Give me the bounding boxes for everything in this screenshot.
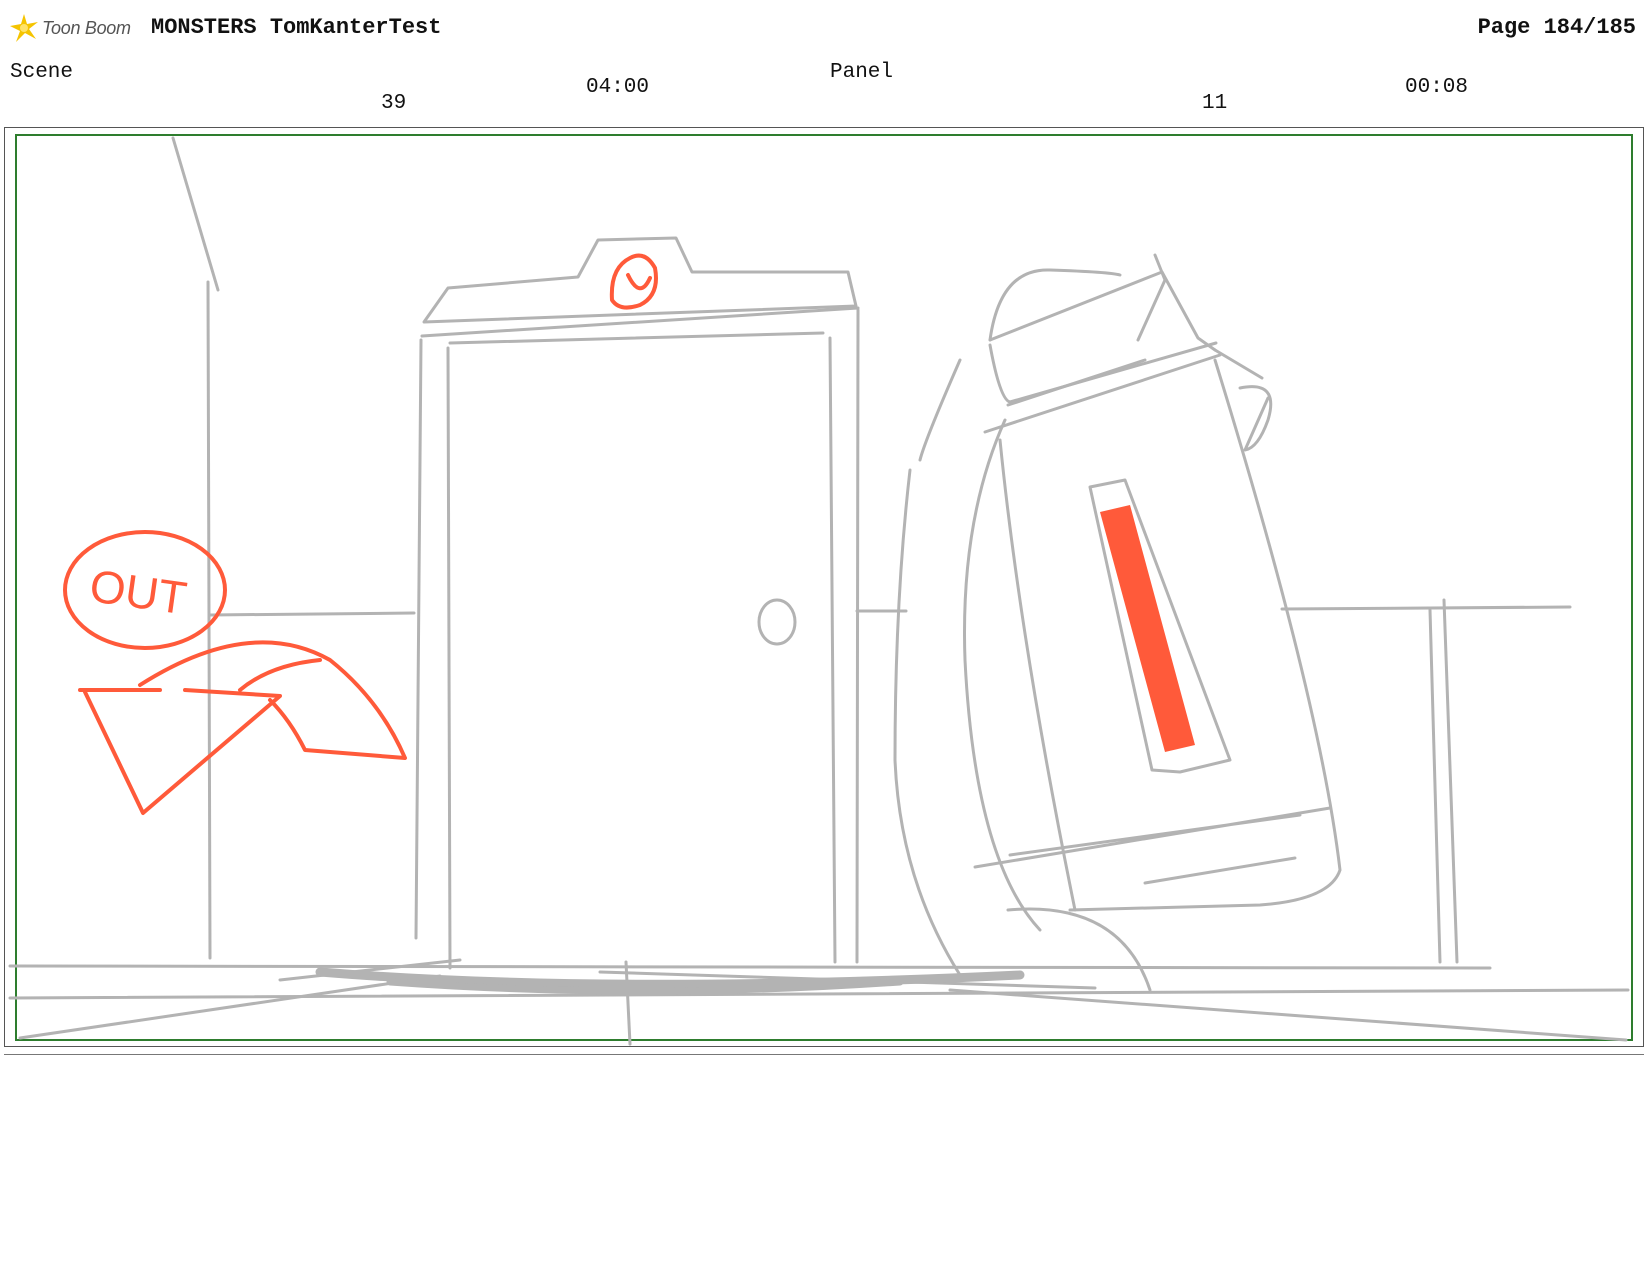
right-wall-edge: [1428, 608, 1442, 964]
character-band-lines: [983, 353, 1222, 434]
door-frame-right: [855, 308, 860, 964]
door-right-edge: [828, 336, 837, 964]
arrow-inner-curve: [238, 658, 322, 692]
character-back-stroke: [918, 358, 962, 462]
door-sign-outline: [422, 236, 858, 324]
door-frame-left: [414, 338, 423, 940]
door-frame-top: [420, 306, 860, 338]
wall-trim-line: [208, 611, 416, 617]
character-base-lines: [973, 806, 1332, 885]
floor-perspective-left: [18, 974, 442, 1040]
character-back-curve-2: [893, 468, 962, 977]
door-top-edge: [448, 331, 825, 345]
character-ear: [1136, 253, 1167, 342]
floor-perspective-right: [948, 988, 1628, 1042]
pencil-sketch: [8, 136, 1630, 1046]
door-knob: [757, 598, 797, 646]
character-lever: [1213, 348, 1273, 452]
right-wall-edge-2: [1442, 598, 1459, 964]
wall-edge-line: [171, 136, 220, 292]
character-head-side: [988, 270, 1217, 352]
wall-corner-line: [206, 280, 212, 960]
floor-line-back: [8, 964, 1492, 970]
sign-symbol: [609, 253, 658, 310]
floor-line-front: [8, 988, 1630, 1000]
arrow-curve: [138, 640, 407, 760]
storyboard-sketch: OUT: [8, 134, 1633, 1046]
out-callout-text: OUT: [87, 559, 190, 624]
character-front-left: [998, 438, 1077, 912]
door-left-edge: [446, 346, 452, 970]
character-head-top: [988, 268, 1122, 342]
character-foot: [1006, 907, 1152, 992]
arrow-head: [78, 688, 282, 815]
right-trim-line: [1280, 605, 1572, 611]
